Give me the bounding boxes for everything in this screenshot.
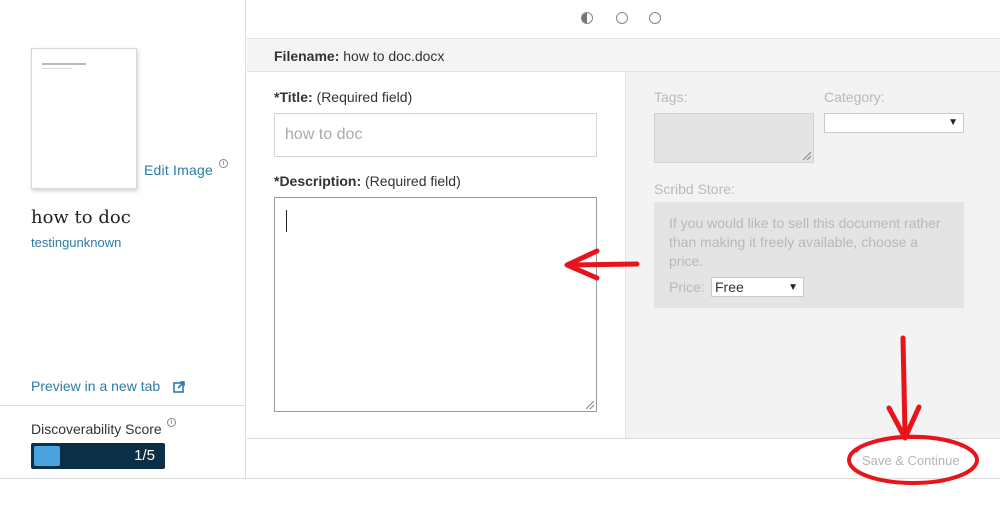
description-textarea[interactable] (274, 197, 597, 412)
price-value: Free (715, 279, 744, 295)
category-label: Category: (824, 89, 885, 105)
info-icon[interactable]: i (219, 159, 228, 177)
filename-label: Filename: (274, 48, 340, 64)
description-label-text: *Description: (274, 173, 362, 189)
info-icon[interactable]: i (167, 418, 176, 436)
discoverability-score-bar: 1/5 (31, 443, 165, 469)
external-link-icon[interactable] (173, 381, 185, 393)
thumbnail-text-line (42, 63, 86, 65)
document-thumbnail[interactable] (31, 48, 137, 189)
discoverability-label: Discoverability Score (31, 421, 162, 437)
step-indicator (581, 12, 671, 26)
score-fill (34, 446, 60, 466)
text-caret (286, 210, 287, 232)
step-dot-current[interactable] (581, 12, 593, 24)
bottom-strip (0, 478, 1000, 510)
dropdown-arrow-icon: ▼ (788, 282, 798, 293)
filename-bar: Filename: how to doc.docx (247, 38, 1000, 72)
dropdown-arrow-icon: ▼ (948, 117, 958, 128)
sidebar-divider (0, 405, 246, 406)
tags-textarea[interactable] (654, 113, 814, 163)
scribd-store-label: Scribd Store: (654, 181, 735, 197)
price-select[interactable]: Free ▼ (711, 277, 804, 297)
title-label: *Title: (Required field) (274, 89, 412, 105)
document-sidebar: Edit Image i how to doc testingunknown P… (0, 0, 246, 478)
document-title: how to doc (31, 207, 131, 228)
category-select[interactable]: ▼ (824, 113, 964, 133)
form-footer: Save & Continue (247, 438, 1000, 478)
title-input[interactable] (274, 113, 597, 157)
price-label: Price: (669, 279, 705, 295)
resize-handle[interactable] (586, 401, 594, 409)
scribd-store-panel: If you would like to sell this document … (654, 202, 964, 308)
step-dot[interactable] (649, 12, 661, 24)
description-label: *Description: (Required field) (274, 173, 461, 189)
step-dot[interactable] (616, 12, 628, 24)
filename-row: Filename: how to doc.docx (274, 48, 444, 64)
save-continue-button[interactable]: Save & Continue (862, 453, 960, 468)
thumbnail-text-line (42, 68, 72, 69)
score-text: 1/5 (134, 447, 155, 464)
title-label-text: *Title: (274, 89, 313, 105)
preview-new-tab-link[interactable]: Preview in a new tab (31, 378, 160, 394)
filename-value: how to doc.docx (343, 48, 445, 64)
title-hint: (Required field) (316, 89, 413, 105)
resize-handle[interactable] (803, 152, 811, 160)
username-link[interactable]: testingunknown (31, 235, 121, 250)
edit-image-link[interactable]: Edit Image (144, 162, 213, 178)
store-description: If you would like to sell this document … (669, 215, 941, 269)
tags-label: Tags: (654, 89, 688, 105)
description-hint: (Required field) (365, 173, 461, 189)
edit-document-panel: Filename: how to doc.docx *Title: (Requi… (247, 0, 1000, 478)
